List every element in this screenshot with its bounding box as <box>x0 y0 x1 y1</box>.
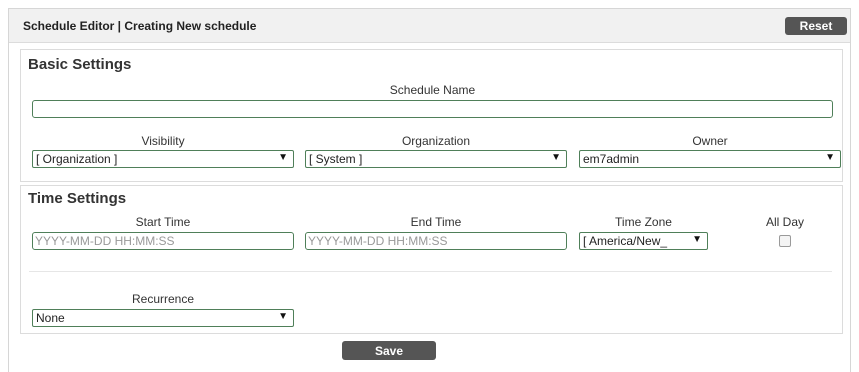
visibility-value: [ Organization ] <box>36 152 118 166</box>
timezone-value: [ America/New_ <box>583 234 668 248</box>
owner-label: Owner <box>692 134 728 148</box>
divider <box>29 271 832 272</box>
organization-label: Organization <box>401 134 471 148</box>
chevron-down-icon: ▼ <box>825 152 835 163</box>
reset-button[interactable]: Reset <box>785 17 847 35</box>
organization-select[interactable]: [ System ] ▼ <box>305 150 567 168</box>
basic-settings-section: Basic Settings Schedule Name Visibility … <box>20 49 843 182</box>
visibility-label: Visibility <box>141 134 185 148</box>
owner-value: em7admin <box>583 152 640 166</box>
start-time-input[interactable]: YYYY-MM-DD HH:MM:SS <box>32 232 294 250</box>
chevron-down-icon: ▼ <box>551 152 561 163</box>
save-button[interactable]: Save <box>342 341 436 360</box>
all-day-checkbox[interactable] <box>779 235 791 247</box>
recurrence-value: None <box>36 311 65 325</box>
editor-header: Schedule Editor | Creating New schedule … <box>9 9 850 43</box>
visibility-select[interactable]: [ Organization ] ▼ <box>32 150 294 168</box>
timezone-label: Time Zone <box>615 215 672 229</box>
recurrence-select[interactable]: None ▼ <box>32 309 294 327</box>
schedule-name-label: Schedule Name <box>389 83 476 97</box>
basic-settings-heading: Basic Settings <box>28 56 132 73</box>
end-time-input[interactable]: YYYY-MM-DD HH:MM:SS <box>305 232 567 250</box>
chevron-down-icon: ▼ <box>278 152 288 163</box>
schedule-name-input[interactable] <box>32 100 833 118</box>
all-day-label: All Day <box>765 215 804 229</box>
chevron-down-icon: ▼ <box>278 311 288 322</box>
page-title: Schedule Editor | Creating New schedule <box>23 19 257 33</box>
end-time-label: End Time <box>410 215 462 229</box>
recurrence-label: Recurrence <box>131 292 195 306</box>
chevron-down-icon: ▼ <box>692 234 702 245</box>
time-settings-heading: Time Settings <box>28 190 127 207</box>
organization-value: [ System ] <box>309 152 363 166</box>
owner-select[interactable]: em7admin ▼ <box>579 150 841 168</box>
schedule-editor-panel: Schedule Editor | Creating New schedule … <box>8 8 851 372</box>
timezone-select[interactable]: [ America/New_ ▼ <box>579 232 708 250</box>
start-time-label: Start Time <box>135 215 191 229</box>
time-settings-section: Time Settings Start Time YYYY-MM-DD HH:M… <box>20 185 843 334</box>
